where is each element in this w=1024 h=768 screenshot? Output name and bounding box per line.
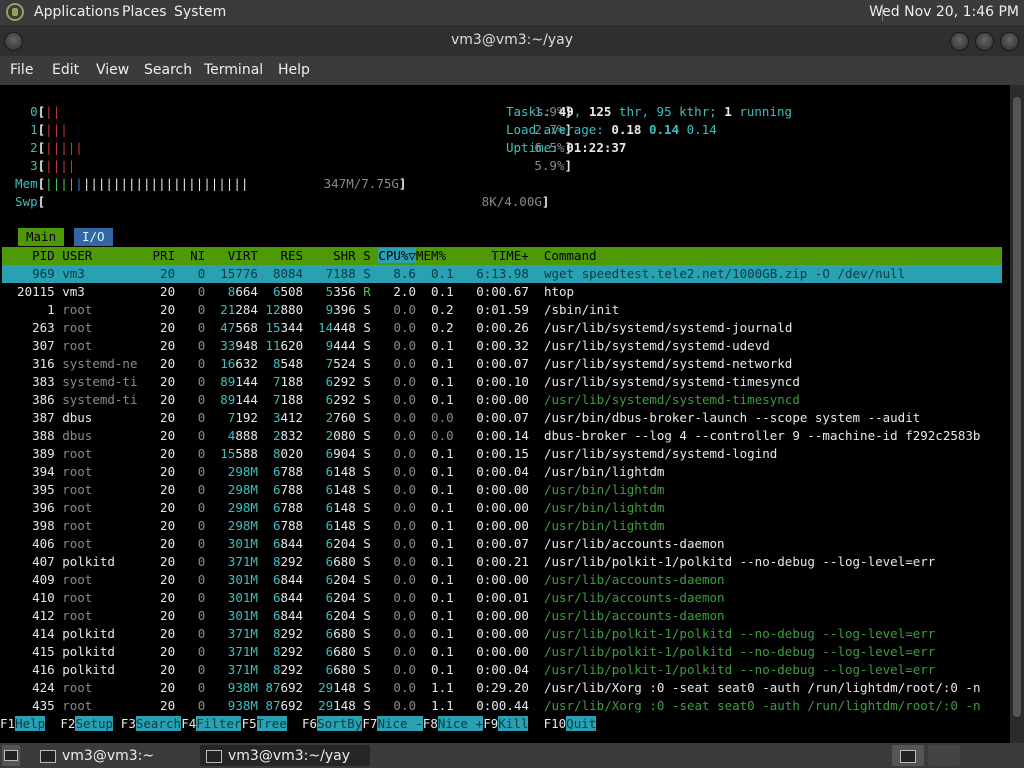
table-row[interactable]: 969 vm3 20 0 15776 8084 7188 S 8.6 0.1 6… [2,265,1002,283]
fkey-f9[interactable]: F9Kill [483,715,529,733]
cpu-meter: 2[||||| 6.5%] [0,140,573,155]
window-title: vm3@vm3:~/yay [451,32,573,48]
terminal-icon [206,750,222,763]
table-row[interactable]: 307 root 20 0 33948 11620 9444 S 0.0 0.1… [2,337,1002,355]
menu-search[interactable]: Search [144,62,192,78]
applications-menu[interactable]: Applications [34,4,120,20]
table-row[interactable]: 263 root 20 0 47568 15344 14448 S 0.0 0.… [2,319,1002,337]
top-panel: Applications Places System Wed Nov 20, 1… [0,0,1024,25]
table-row[interactable]: 415 polkitd 20 0 371M 8292 6680 S 0.0 0.… [2,643,1002,661]
table-row[interactable]: 435 root 20 0 938M 87692 29148 S 0.0 1.1… [2,697,1002,715]
table-row[interactable]: 414 polkitd 20 0 371M 8292 6680 S 0.0 0.… [2,625,1002,643]
fkey-f3[interactable]: F3Search [121,715,182,733]
menu-view[interactable]: View [96,62,129,78]
maximize-button[interactable] [975,32,994,51]
places-menu[interactable]: Places [122,4,167,20]
table-row[interactable]: 412 root 20 0 301M 6844 6204 S 0.0 0.1 0… [2,607,1002,625]
terminal-icon [40,750,56,763]
table-row[interactable]: 398 root 20 0 298M 6788 6148 S 0.0 0.1 0… [2,517,1002,535]
menu-file[interactable]: File [10,62,33,78]
fkey-f4[interactable]: F4Filter [181,715,242,733]
table-row[interactable]: 406 root 20 0 301M 6844 6204 S 0.0 0.1 0… [2,535,1002,553]
menu-terminal[interactable]: Terminal [204,62,263,78]
table-row[interactable]: 424 root 20 0 938M 87692 29148 S 0.0 1.1… [2,679,1002,697]
table-row[interactable]: 396 root 20 0 298M 6788 6148 S 0.0 0.1 0… [2,499,1002,517]
table-row[interactable]: 383 systemd-ti 20 0 89144 7188 6292 S 0.… [2,373,1002,391]
load-average: Load average: 0.18 0.14 0.14 [506,122,717,137]
terminal-menubar: File Edit View Search Terminal Help [0,56,1024,85]
minimize-button[interactable] [950,32,969,51]
fkey-f2[interactable]: F2Setup [60,715,114,733]
table-row[interactable]: 409 root 20 0 301M 6844 6204 S 0.0 0.1 0… [2,571,1002,589]
bottom-panel: vm3@vm3:~ vm3@vm3:~/yay [0,743,1024,768]
table-row[interactable]: 395 root 20 0 298M 6788 6148 S 0.0 0.1 0… [2,481,1002,499]
cpu-meter: 3[|||| 5.9%] [0,158,572,173]
mem-meter: Mem[||||||||||||||||||||||||||| 347M/7.7… [0,176,407,191]
cpu-meter: 0[|| 1.9%] [0,104,572,119]
workspace-switcher-1[interactable] [892,745,924,766]
taskbar-item-1[interactable]: vm3@vm3:~/yay [200,745,370,766]
scrollbar-thumb[interactable] [1013,97,1021,717]
fkey-f7[interactable]: F7Nice - [362,715,423,733]
table-row[interactable]: 407 polkitd 20 0 371M 8292 6680 S 0.0 0.… [2,553,1002,571]
table-row[interactable]: 20115 vm3 20 0 8664 6508 5356 R 2.0 0.1 … [2,283,1002,301]
clock[interactable]: Wed Nov 20, 1:46 PM [869,4,1019,20]
table-row[interactable]: 416 polkitd 20 0 371M 8292 6680 S 0.0 0.… [2,661,1002,679]
swap-meter: Swp[ 8K/4.00G] [0,194,550,209]
terminal-area[interactable]: 0[|| 1.9%] 1[||| 2.7%] 2[||||| 6.5%] 3[|… [0,85,1010,743]
workspace-icon [900,750,916,763]
menu-help[interactable]: Help [278,62,310,78]
process-table-header[interactable]: PID USER PRI NI VIRT RES SHR S CPU%▽MEM%… [2,247,1002,265]
terminal-scrollbar[interactable] [1010,85,1024,743]
table-row[interactable]: 410 root 20 0 301M 6844 6204 S 0.0 0.1 0… [2,589,1002,607]
menu-edit[interactable]: Edit [52,62,79,78]
desktop-icon [4,750,18,761]
close-button[interactable] [1000,32,1019,51]
show-desktop-button[interactable] [2,745,20,766]
window-titlebar[interactable]: vm3@vm3:~/yay [0,25,1024,56]
table-row[interactable]: 388 dbus 20 0 4888 2832 2080 S 0.0 0.0 0… [2,427,1002,445]
cpu-meter: 1[||| 2.7%] [0,122,572,137]
table-row[interactable]: 386 systemd-ti 20 0 89144 7188 6292 S 0.… [2,391,1002,409]
fkey-f1[interactable]: F1Help [0,715,46,733]
table-row[interactable]: 394 root 20 0 298M 6788 6148 S 0.0 0.1 0… [2,463,1002,481]
workspace-switcher-2[interactable] [928,745,960,766]
fkey-f5[interactable]: F5Tree [242,715,287,733]
fkey-f6[interactable]: F6SortBy [302,715,363,733]
table-row[interactable]: 389 root 20 0 15588 8020 6904 S 0.0 0.1 … [2,445,1002,463]
tab-main[interactable]: Main [18,228,65,246]
taskbar-item-label: vm3@vm3:~/yay [228,748,350,764]
distro-logo-icon[interactable] [6,3,24,21]
function-key-bar: F1Help F2Setup F3Search F4Filter F5Tree F6… [0,715,1002,733]
table-row[interactable]: 316 systemd-ne 20 0 16632 8548 7524 S 0.… [2,355,1002,373]
taskbar-item-0[interactable]: vm3@vm3:~ [34,745,194,766]
system-menu[interactable]: System [174,4,226,20]
taskbar-item-label: vm3@vm3:~ [62,748,155,764]
fkey-f8[interactable]: F8Nice + [423,715,484,733]
uptime: Uptime: 01:22:37 [506,140,627,155]
tab-io[interactable]: I/O [74,228,113,246]
table-row[interactable]: 387 dbus 20 0 7192 3412 2760 S 0.0 0.0 0… [2,409,1002,427]
fkey-f10[interactable]: F10Quit [544,715,597,733]
table-row[interactable]: 1 root 20 0 21284 12880 9396 S 0.0 0.2 0… [2,301,1002,319]
tasks-summary: Tasks: 49, 125 thr, 95 kthr; 1 running [506,104,793,119]
